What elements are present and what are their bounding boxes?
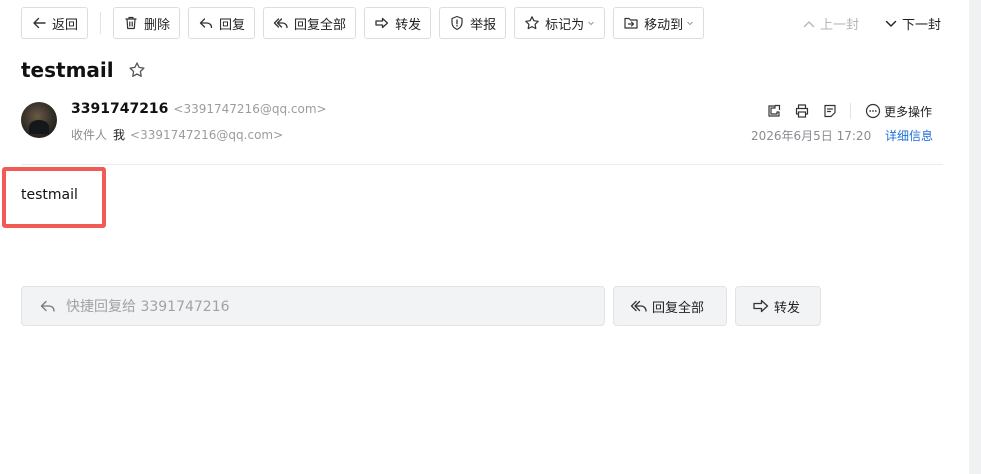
forward-icon xyxy=(375,17,389,29)
sender-email: <3391747216@qq.com> xyxy=(173,102,327,116)
recipient-email: <3391747216@qq.com> xyxy=(130,128,284,142)
previous-mail-link[interactable]: 上一封 xyxy=(802,14,859,33)
print-icon[interactable] xyxy=(794,103,810,119)
arrow-left-icon xyxy=(33,17,46,29)
reply-all-icon xyxy=(273,18,288,29)
trash-icon xyxy=(125,16,137,30)
note-icon[interactable] xyxy=(822,103,838,119)
recipient-name[interactable]: 我 xyxy=(113,126,125,143)
shield-alert-icon xyxy=(451,15,463,31)
report-label: 举报 xyxy=(470,17,497,33)
recipient-label: 收件人 xyxy=(71,128,108,142)
reply-icon xyxy=(199,18,213,29)
highlight-box xyxy=(2,167,106,228)
more-actions-button[interactable]: 更多操作 xyxy=(865,103,932,120)
chevron-up-icon xyxy=(803,20,815,27)
reply-all-button[interactable]: 回复全部 xyxy=(263,7,357,39)
move-to-dropdown[interactable]: 移动到 xyxy=(613,7,705,39)
scrollbar[interactable] xyxy=(969,0,981,474)
mail-subject: testmail xyxy=(21,58,114,82)
next-mail-link[interactable]: 下一封 xyxy=(884,14,941,33)
toolbar: 返回 删除 回复 回复全部 转发 举报 标记为 移动到 xyxy=(21,7,712,39)
reply-all-icon xyxy=(630,300,647,312)
move-to-label: 移动到 xyxy=(644,17,684,33)
quick-reply-input[interactable]: 快捷回复给 3391747216 xyxy=(21,286,605,326)
subject-row: testmail xyxy=(21,58,146,82)
mail-date: 2026年6月5日 17:20 xyxy=(751,129,872,143)
quick-reply-placeholder: 快捷回复给 3391747216 xyxy=(66,299,230,315)
forward-bottom-button[interactable]: 转发 xyxy=(735,286,821,326)
more-dots-icon xyxy=(865,103,881,119)
back-button[interactable]: 返回 xyxy=(21,7,89,39)
back-label: 返回 xyxy=(52,17,79,33)
next-mail-label: 下一封 xyxy=(902,18,942,33)
delete-label: 删除 xyxy=(144,17,171,33)
chevron-down-icon xyxy=(885,20,897,27)
open-new-window-icon[interactable] xyxy=(766,103,782,119)
report-button[interactable]: 举报 xyxy=(439,7,507,39)
reply-button[interactable]: 回复 xyxy=(188,7,256,39)
mail-actions: 更多操作 xyxy=(766,101,932,121)
mark-as-dropdown[interactable]: 标记为 xyxy=(514,7,606,39)
header-divider xyxy=(21,164,943,165)
details-link[interactable]: 详细信息 xyxy=(885,127,933,144)
toolbar-divider xyxy=(100,12,102,34)
star-icon[interactable] xyxy=(128,61,146,79)
mark-as-label: 标记为 xyxy=(545,17,585,33)
forward-bottom-label: 转发 xyxy=(774,300,801,316)
reply-all-bottom-button[interactable]: 回复全部 xyxy=(613,286,727,326)
recipient-line: 收件人 我 <3391747216@qq.com> xyxy=(71,126,283,143)
more-actions-label: 更多操作 xyxy=(884,104,933,119)
sender-name[interactable]: 3391747216 xyxy=(71,101,168,117)
previous-mail-label: 上一封 xyxy=(820,18,860,33)
actions-divider xyxy=(850,103,851,119)
forward-icon xyxy=(753,299,769,313)
forward-button[interactable]: 转发 xyxy=(364,7,432,39)
star-icon xyxy=(525,16,539,30)
sender-line: 3391747216 <3391747216@qq.com> xyxy=(71,101,327,117)
reply-label: 回复 xyxy=(219,17,246,33)
forward-label: 转发 xyxy=(395,17,422,33)
reply-all-label: 回复全部 xyxy=(294,17,347,33)
delete-button[interactable]: 删除 xyxy=(113,7,181,39)
chevron-down-icon xyxy=(588,21,594,26)
sender-avatar[interactable] xyxy=(21,102,57,138)
reply-icon xyxy=(40,300,55,312)
folder-move-icon xyxy=(624,17,638,29)
chevron-down-icon xyxy=(687,21,693,26)
reply-all-bottom-label: 回复全部 xyxy=(652,300,705,316)
